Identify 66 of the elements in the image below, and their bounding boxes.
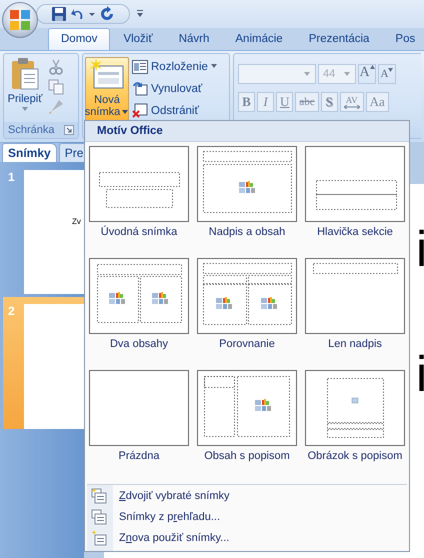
office-logo-icon: [9, 9, 31, 31]
slide-number: 1: [8, 170, 16, 186]
menu-item[interactable]: Snímky z prehľadu...: [87, 506, 407, 527]
up-caret-icon: [370, 65, 375, 69]
layout-preview-icon: [197, 258, 297, 334]
down-caret-icon: [388, 68, 394, 72]
paste-button[interactable]: Prilepiť: [6, 57, 44, 119]
ribbon-tab[interactable]: Návrh: [166, 29, 222, 50]
reset-button[interactable]: Vynulovať: [132, 79, 218, 98]
reset-icon: [132, 81, 148, 96]
layout-preview-icon: [197, 146, 297, 222]
layout-option[interactable]: Len nadpis: [305, 258, 405, 370]
ribbon-tab[interactable]: Domov: [48, 28, 110, 50]
menu-item[interactable]: Znova použiť snímky...: [87, 527, 407, 548]
layout-option[interactable]: Úvodná snímka: [89, 146, 189, 258]
layout-preview-icon: [305, 146, 405, 222]
dropdown-arrow-icon: [210, 64, 218, 69]
layout-option[interactable]: Obrázok s popisom: [305, 370, 405, 482]
new-slide-icon: [90, 58, 124, 90]
dropdown-arrow-icon: [304, 72, 311, 76]
layout-option[interactable]: Prázdna: [89, 370, 189, 482]
layout-preview-icon: [89, 258, 189, 334]
font-name-field[interactable]: [238, 64, 316, 84]
menu-heading: Motív Office: [85, 121, 409, 142]
scissors-icon[interactable]: [48, 59, 64, 75]
redo-icon[interactable]: [99, 6, 115, 22]
slides-icon: [91, 488, 107, 504]
group-label: Schránka: [8, 124, 54, 136]
save-icon[interactable]: [51, 6, 67, 22]
layout-preview-icon: [305, 258, 405, 334]
ribbon-tab[interactable]: Vložiť: [110, 29, 166, 50]
layout-option[interactable]: Dva obsahy: [89, 258, 189, 370]
slide-text: i: [416, 224, 424, 274]
ribbon-tab[interactable]: Animácie: [222, 29, 296, 50]
pane-tab[interactable]: Pre: [58, 143, 84, 162]
layout-option[interactable]: Porovnanie: [197, 258, 297, 370]
layout-icon: [132, 60, 148, 74]
slide-thumbnail[interactable]: Zv: [24, 170, 84, 294]
dropdown-arrow-icon: [22, 107, 28, 112]
layout-preview-icon: [197, 370, 297, 446]
layout-preview-icon: [89, 370, 189, 446]
layout-preview-icon: [89, 146, 189, 222]
slide-text: i: [416, 349, 424, 399]
layout-preview-icon: [305, 370, 405, 446]
pane-tab[interactable]: Snímky: [2, 143, 57, 162]
layout-option[interactable]: Nadpis a obsah: [197, 146, 297, 258]
dialog-launcher-icon[interactable]: [64, 125, 74, 135]
slides-icon: [91, 508, 107, 524]
ribbon-tab[interactable]: Pos: [382, 29, 424, 50]
clipboard-icon: [10, 57, 40, 91]
layout-button[interactable]: Rozloženie: [132, 57, 218, 76]
new-slide-button[interactable]: Nová snímka: [85, 57, 129, 121]
slides-icon: [91, 530, 107, 546]
double-arrow-icon: [344, 104, 360, 108]
dropdown-arrow-icon: [344, 72, 351, 76]
layout-option[interactable]: Hlavička sekcie: [305, 146, 405, 258]
delete-icon: [132, 103, 148, 118]
slide-thumbnail-text: Zv: [72, 217, 81, 226]
layout-option[interactable]: Obsah s popisom: [197, 370, 297, 482]
menu-item[interactable]: Zdvojiť vybraté snímky: [87, 485, 407, 506]
customize-arrow-icon[interactable]: [136, 9, 144, 19]
delete-slide-button[interactable]: Odstrániť: [132, 101, 218, 120]
slide-number: 2: [8, 304, 16, 320]
dropdown-arrow-icon: [122, 110, 130, 114]
slide-thumbnail[interactable]: [24, 304, 84, 429]
ribbon-tab[interactable]: Prezentácia: [296, 29, 382, 50]
